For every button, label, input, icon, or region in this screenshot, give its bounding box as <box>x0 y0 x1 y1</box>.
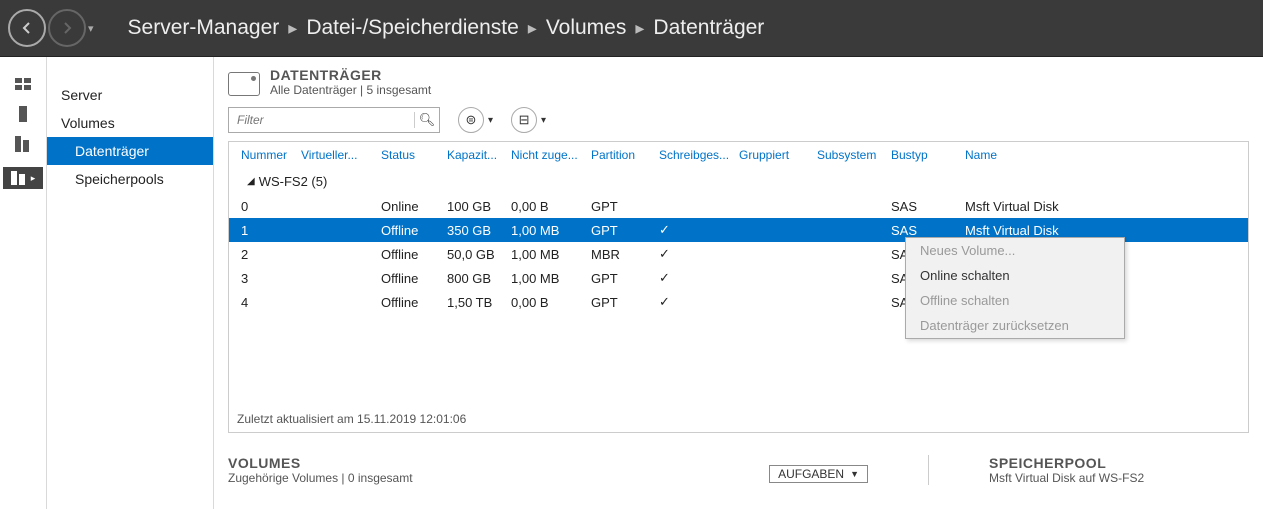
col-status[interactable]: Status <box>381 148 447 162</box>
pool-subtitle: Msft Virtual Disk auf WS-FS2 <box>989 471 1249 485</box>
group-header[interactable]: ◢ WS-FS2 (5) <box>229 168 1248 195</box>
chevron-down-icon[interactable]: ▾ <box>541 115 546 126</box>
filter-box: 🔍︎ <box>228 107 440 133</box>
icon-rail: ▸ <box>0 57 47 509</box>
main-content: DATENTRÄGER Alle Datenträger | 5 insgesa… <box>214 57 1263 509</box>
server-icon[interactable] <box>13 107 33 121</box>
sidebar-item-server[interactable]: Server <box>47 81 213 109</box>
col-name[interactable]: Name <box>965 148 1240 162</box>
page-title: DATENTRÄGER <box>270 67 431 83</box>
col-virtual[interactable]: Virtueller... <box>301 148 381 162</box>
col-bustype[interactable]: Bustyp <box>891 148 965 162</box>
filter-input[interactable] <box>229 113 414 127</box>
servers-icon[interactable] <box>13 137 33 151</box>
breadcrumb-item[interactable]: Datei-/Speicherdienste <box>306 16 518 40</box>
col-subsystem[interactable]: Subsystem <box>817 148 891 162</box>
sidebar-item-disks[interactable]: Datenträger <box>47 137 213 165</box>
col-capacity[interactable]: Kapazit... <box>447 148 511 162</box>
page-subtitle: Alle Datenträger | 5 insgesamt <box>270 83 431 97</box>
search-icon[interactable]: 🔍︎ <box>414 112 439 128</box>
nav-sidebar: Server Volumes Datenträger Speicherpools <box>47 57 214 509</box>
title-bar: ▾ Server-Manager▸ Datei-/Speicherdienste… <box>0 0 1263 57</box>
context-menu-item: Datenträger zurücksetzen <box>906 313 1124 338</box>
chevron-down-icon[interactable]: ▾ <box>488 115 493 126</box>
col-clustered[interactable]: Gruppiert <box>739 148 817 162</box>
nav-dropdown-icon[interactable]: ▾ <box>88 22 94 35</box>
col-readonly[interactable]: Schreibges... <box>659 148 739 162</box>
context-menu-item: Neues Volume... <box>906 238 1124 263</box>
context-menu-item: Offline schalten <box>906 288 1124 313</box>
sidebar-item-volumes[interactable]: Volumes <box>47 109 213 137</box>
breadcrumb-item[interactable]: Server-Manager <box>128 16 280 40</box>
breadcrumb-item[interactable]: Volumes <box>546 16 627 40</box>
breadcrumb: Server-Manager▸ Datei-/Speicherdienste▸ … <box>128 16 765 40</box>
col-unallocated[interactable]: Nicht zuge... <box>511 148 591 162</box>
dashboard-icon[interactable] <box>13 77 33 91</box>
breadcrumb-item[interactable]: Datenträger <box>653 16 764 40</box>
volumes-panel: VOLUMES Zugehörige Volumes | 0 insgesamt… <box>228 455 868 485</box>
tasks-button[interactable]: AUFGABEN ▼ <box>769 465 868 483</box>
context-menu: Neues Volume...Online schaltenOffline sc… <box>905 237 1125 339</box>
col-partition[interactable]: Partition <box>591 148 659 162</box>
nav-forward-button[interactable] <box>48 9 86 47</box>
storage-icon[interactable]: ▸ <box>3 167 44 189</box>
save-view-button[interactable]: ⊟ <box>511 107 537 133</box>
pool-panel: SPEICHERPOOL Msft Virtual Disk auf WS-FS… <box>989 455 1249 485</box>
sidebar-item-pools[interactable]: Speicherpools <box>47 165 213 193</box>
table-row[interactable]: 0Online100 GB0,00 BGPTSASMsft Virtual Di… <box>229 195 1248 218</box>
nav-back-button[interactable] <box>8 9 46 47</box>
context-menu-item[interactable]: Online schalten <box>906 263 1124 288</box>
disk-icon <box>228 72 260 96</box>
pool-title: SPEICHERPOOL <box>989 455 1249 471</box>
last-updated: Zuletzt aktualisiert am 15.11.2019 12:01… <box>237 412 466 426</box>
col-number[interactable]: Nummer <box>237 148 301 162</box>
view-options-button[interactable]: ⊜ <box>458 107 484 133</box>
